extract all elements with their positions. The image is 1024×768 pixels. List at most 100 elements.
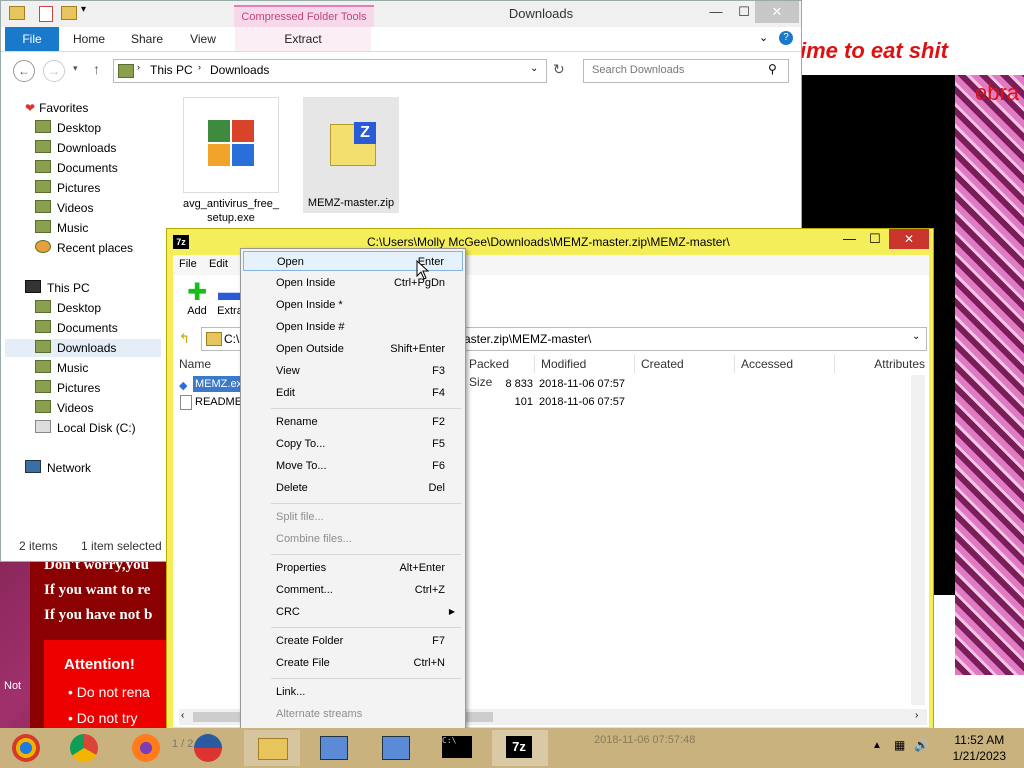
menu-item-move-to[interactable]: Move To... F6 bbox=[243, 456, 463, 476]
tab-view[interactable]: View bbox=[177, 27, 229, 51]
music-icon bbox=[35, 360, 51, 373]
nav-item-documents[interactable]: Documents bbox=[35, 159, 118, 177]
file-memz-zip[interactable]: Z MEMZ-master.zip bbox=[303, 97, 399, 213]
7zip-minimize-icon[interactable]: — bbox=[843, 231, 856, 246]
up-folder-icon[interactable]: ↰ bbox=[179, 331, 190, 347]
column-name[interactable]: Name bbox=[173, 355, 241, 373]
menu-item-comment[interactable]: Comment... Ctrl+Z bbox=[243, 580, 463, 600]
taskbar-command-prompt[interactable]: C:\ bbox=[430, 730, 486, 766]
search-input-placeholder[interactable]: Search Downloads bbox=[592, 64, 684, 76]
search-box[interactable]: Search Downloads ⚲ bbox=[583, 59, 789, 83]
menu-item-open-outside[interactable]: Open Outside Shift+Enter bbox=[243, 339, 463, 359]
network-tray-icon[interactable]: ▦ bbox=[894, 738, 905, 752]
add-button[interactable]: ✚ Add bbox=[175, 281, 219, 318]
menu-file[interactable]: File bbox=[179, 258, 197, 270]
column-created[interactable]: Created bbox=[635, 355, 735, 373]
column-modified[interactable]: Modified bbox=[535, 355, 635, 373]
taskbar-network-app-2[interactable] bbox=[368, 730, 424, 766]
help-icon[interactable]: ? bbox=[779, 31, 793, 45]
path-dropdown-icon[interactable]: ⌄ bbox=[912, 331, 920, 342]
menu-item-link[interactable]: Link... bbox=[243, 682, 463, 702]
menu-item-rename[interactable]: Rename F2 bbox=[243, 412, 463, 432]
menu-item-open-inside-hash[interactable]: Open Inside # bbox=[243, 317, 463, 337]
breadcrumb-this-pc[interactable]: This PC bbox=[150, 63, 193, 77]
nav-item-recent-places[interactable]: Recent places bbox=[35, 239, 133, 257]
address-bar[interactable]: › This PC › Downloads ⌄ bbox=[113, 59, 547, 83]
downloads-icon bbox=[35, 140, 51, 153]
tab-file[interactable]: File bbox=[5, 27, 59, 51]
tab-extract[interactable]: Extract bbox=[235, 27, 371, 51]
menu-edit[interactable]: Edit bbox=[209, 258, 228, 270]
menu-item-delete[interactable]: Delete Del bbox=[243, 478, 463, 498]
breadcrumb-downloads[interactable]: Downloads bbox=[210, 63, 269, 77]
clock-time: 11:52 AM bbox=[954, 733, 1005, 747]
nav-item-local-disk[interactable]: Local Disk (C:) bbox=[35, 419, 136, 437]
file-avg-setup[interactable]: avg_antivirus_free_setup.exe bbox=[183, 97, 279, 225]
nav-favorites[interactable]: ❤ Favorites bbox=[25, 99, 88, 117]
network-computer-icon bbox=[320, 736, 348, 760]
taskbar-firefox[interactable] bbox=[122, 730, 178, 766]
nav-item-pc-downloads[interactable]: Downloads bbox=[35, 339, 116, 357]
recent-locations-icon[interactable]: ▾ bbox=[73, 63, 78, 74]
tab-home[interactable]: Home bbox=[63, 27, 115, 51]
nav-item-videos[interactable]: Videos bbox=[35, 199, 93, 217]
menu-item-edit[interactable]: Edit F4 bbox=[243, 383, 463, 403]
forward-icon[interactable]: → bbox=[43, 60, 65, 82]
nav-this-pc[interactable]: This PC bbox=[25, 279, 90, 297]
nav-network[interactable]: Network bbox=[25, 459, 91, 477]
nav-item-pc-desktop[interactable]: Desktop bbox=[35, 299, 101, 317]
attention-bullet-1: • Do not rena bbox=[68, 684, 150, 700]
nav-item-music[interactable]: Music bbox=[35, 219, 88, 237]
back-icon[interactable]: ← bbox=[13, 60, 35, 82]
system-clock[interactable]: 11:52 AM 1/21/2023 bbox=[953, 732, 1006, 764]
7zip-close-icon[interactable]: ✕ bbox=[889, 229, 929, 249]
taskbar-app-1[interactable] bbox=[2, 730, 58, 766]
properties-icon[interactable] bbox=[39, 6, 53, 22]
search-icon[interactable]: ⚲ bbox=[768, 62, 777, 76]
taskbar-chrome[interactable] bbox=[60, 730, 116, 766]
column-packed-size[interactable]: Packed Size bbox=[463, 355, 535, 389]
quick-access-dropdown-icon[interactable]: ▾ bbox=[81, 4, 86, 15]
menu-item-crc[interactable]: CRC ▶ bbox=[243, 602, 463, 622]
column-attributes[interactable]: Attributes bbox=[835, 355, 929, 373]
7zip-maximize-icon[interactable]: ☐ bbox=[869, 231, 881, 247]
refresh-icon[interactable]: ↻ bbox=[553, 61, 565, 78]
menu-item-open-inside[interactable]: Open Inside Ctrl+PgDn bbox=[243, 273, 463, 293]
close-icon[interactable]: ✕ bbox=[755, 1, 799, 23]
menu-item-open-inside-star[interactable]: Open Inside * bbox=[243, 295, 463, 315]
ribbon-expand-icon[interactable]: ⌄ bbox=[759, 31, 768, 44]
nav-item-desktop[interactable]: Desktop bbox=[35, 119, 101, 137]
menu-item-open[interactable]: Open Enter bbox=[243, 251, 463, 271]
column-accessed[interactable]: Accessed bbox=[735, 355, 835, 373]
scroll-left-icon[interactable]: ‹ bbox=[181, 710, 184, 721]
menu-item-properties[interactable]: Properties Alt+Enter bbox=[243, 558, 463, 578]
up-icon[interactable]: ↑ bbox=[93, 61, 100, 77]
menu-item-create-file[interactable]: Create File Ctrl+N bbox=[243, 653, 463, 673]
pictures-icon bbox=[35, 380, 51, 393]
scroll-right-icon[interactable]: › bbox=[915, 710, 918, 721]
taskbar-7zip[interactable]: 7z bbox=[492, 730, 548, 766]
minimize-icon[interactable]: — bbox=[701, 1, 731, 23]
nav-item-pc-documents[interactable]: Documents bbox=[35, 319, 118, 337]
new-folder-icon[interactable] bbox=[61, 6, 77, 20]
volume-icon[interactable]: 🔊 bbox=[914, 738, 929, 752]
menu-item-create-folder[interactable]: Create Folder F7 bbox=[243, 631, 463, 651]
menu-item-view[interactable]: View F3 bbox=[243, 361, 463, 381]
tray-expand-icon[interactable]: ▲ bbox=[872, 740, 882, 751]
star-icon: ❤ bbox=[25, 101, 36, 115]
address-dropdown-icon[interactable]: ⌄ bbox=[530, 63, 538, 74]
item-count: 2 items bbox=[19, 539, 58, 553]
nav-item-pc-music[interactable]: Music bbox=[35, 359, 88, 377]
explorer-titlebar: ▾ Compressed Folder Tools Downloads — ☐ … bbox=[1, 1, 801, 29]
vertical-scrollbar[interactable] bbox=[911, 375, 925, 705]
nav-item-downloads[interactable]: Downloads bbox=[35, 139, 116, 157]
taskbar-file-explorer[interactable] bbox=[244, 730, 300, 766]
menu-item-copy-to[interactable]: Copy To... F5 bbox=[243, 434, 463, 454]
nav-item-pc-pictures[interactable]: Pictures bbox=[35, 379, 100, 397]
nav-item-pc-videos[interactable]: Videos bbox=[35, 399, 93, 417]
tab-share[interactable]: Share bbox=[119, 27, 175, 51]
taskbar-network-app[interactable] bbox=[306, 730, 362, 766]
menu-separator bbox=[271, 503, 461, 504]
taskbar-app-obama[interactable] bbox=[184, 730, 240, 766]
nav-item-pictures[interactable]: Pictures bbox=[35, 179, 100, 197]
